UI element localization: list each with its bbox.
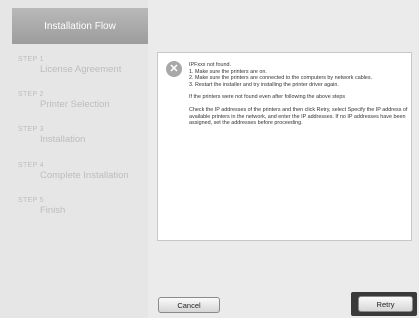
step-label: License Agreement [40,64,122,75]
step-number: STEP 1 [18,56,44,63]
sidebar-title: Installation Flow [12,8,148,44]
message-line: 3. Restart the installer and try install… [189,81,339,88]
message-line: If the printers were not found even afte… [189,94,346,101]
message-box: ✕ IPFxxx not found. 1. Make sure the pri… [157,52,412,241]
step-label: Finish [40,205,66,216]
step-printer-selection: STEP 2 Printer Selection [18,91,110,110]
step-label: Printer Selection [40,99,110,110]
message-line: Check the IP addresses of the printers a… [189,106,408,127]
step-installation: STEP 3 Installation [18,126,85,145]
message-line: 2. Make sure the printers are connected … [189,75,373,82]
step-label: Complete Installation [40,170,129,181]
error-x-icon: ✕ [166,61,182,77]
message-line: IPFxxx not found. [189,62,231,68]
message-line: 1. Make sure the printers are on. [189,68,267,75]
cancel-button[interactable]: Cancel [158,297,220,313]
step-complete-installation: STEP 4 Complete Installation [18,162,129,181]
step-license-agreement: STEP 1 License Agreement [18,56,121,75]
step-label: Installation [40,134,86,145]
step-number: STEP 2 [18,91,44,98]
step-number: STEP 4 [18,162,44,169]
message-text: IPFxxx not found. 1. Make sure the print… [189,62,409,127]
step-number: STEP 5 [18,197,44,204]
step-finish: STEP 5 Finish [18,197,65,216]
sidebar: Installation Flow STEP 1 License Agreeme… [0,0,148,318]
retry-button[interactable]: Retry [358,296,413,312]
step-number: STEP 3 [18,126,44,133]
